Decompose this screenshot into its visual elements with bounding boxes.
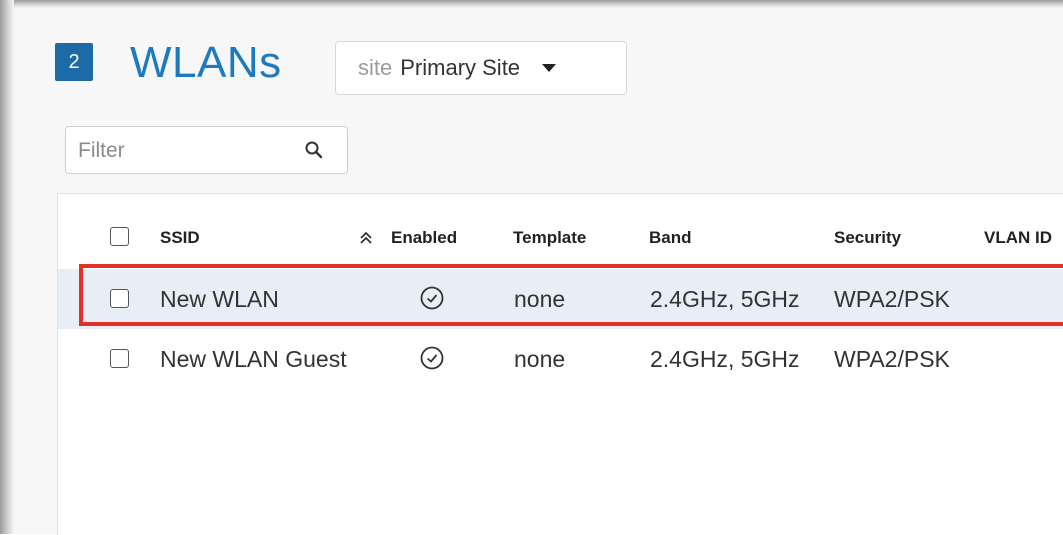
frame-shadow-left (0, 0, 14, 534)
cell-band: 2.4GHz, 5GHz (650, 346, 800, 372)
wlan-count-badge: 2 (55, 43, 93, 81)
site-selector-prefix: site (358, 55, 393, 80)
table-row[interactable]: New WLAN none 2.4GHz, 5GHz WPA2/PSK (58, 269, 1063, 329)
site-selector-value: Primary Site (400, 55, 521, 80)
select-all-checkbox[interactable] (110, 227, 129, 246)
frame-shadow-top (0, 0, 1063, 8)
column-header-ssid[interactable]: SSID (160, 228, 200, 248)
caret-down-icon (542, 64, 557, 72)
wlans-page: 2 WLANs site Primary Site SSID (14, 8, 1063, 535)
cell-band: 2.4GHz, 5GHz (650, 286, 800, 312)
wlan-table: SSID Enabled Template Band Security VLAN… (57, 193, 1063, 535)
site-selector-dropdown[interactable]: site Primary Site (335, 41, 627, 95)
table-row[interactable]: New WLAN Guest none 2.4GHz, 5GHz WPA2/PS… (58, 329, 1063, 389)
table-header-row: SSID Enabled Template Band Security VLAN… (58, 222, 1063, 258)
column-header-security[interactable]: Security (834, 228, 901, 248)
check-circle-icon (420, 286, 444, 310)
cell-template: none (514, 286, 566, 312)
cell-ssid[interactable]: New WLAN (160, 286, 279, 313)
sort-ascending-icon[interactable] (358, 230, 374, 246)
check-circle-icon (420, 346, 444, 370)
row-checkbox[interactable] (110, 349, 129, 368)
column-header-vlan-id[interactable]: VLAN ID (984, 228, 1052, 248)
cell-ssid[interactable]: New WLAN Guest (160, 346, 347, 373)
page-title: WLANs (130, 38, 282, 87)
filter-box (65, 126, 348, 174)
cell-security: WPA2/PSK (834, 286, 950, 312)
column-header-band[interactable]: Band (649, 228, 692, 248)
filter-input[interactable] (76, 135, 280, 167)
search-icon[interactable] (303, 139, 325, 161)
cell-template: none (514, 346, 566, 372)
screenshot-frame: 2 WLANs site Primary Site SSID (0, 0, 1063, 535)
cell-security: WPA2/PSK (834, 346, 950, 372)
column-header-enabled[interactable]: Enabled (391, 228, 457, 248)
column-header-template[interactable]: Template (513, 228, 586, 248)
row-checkbox[interactable] (110, 289, 129, 308)
